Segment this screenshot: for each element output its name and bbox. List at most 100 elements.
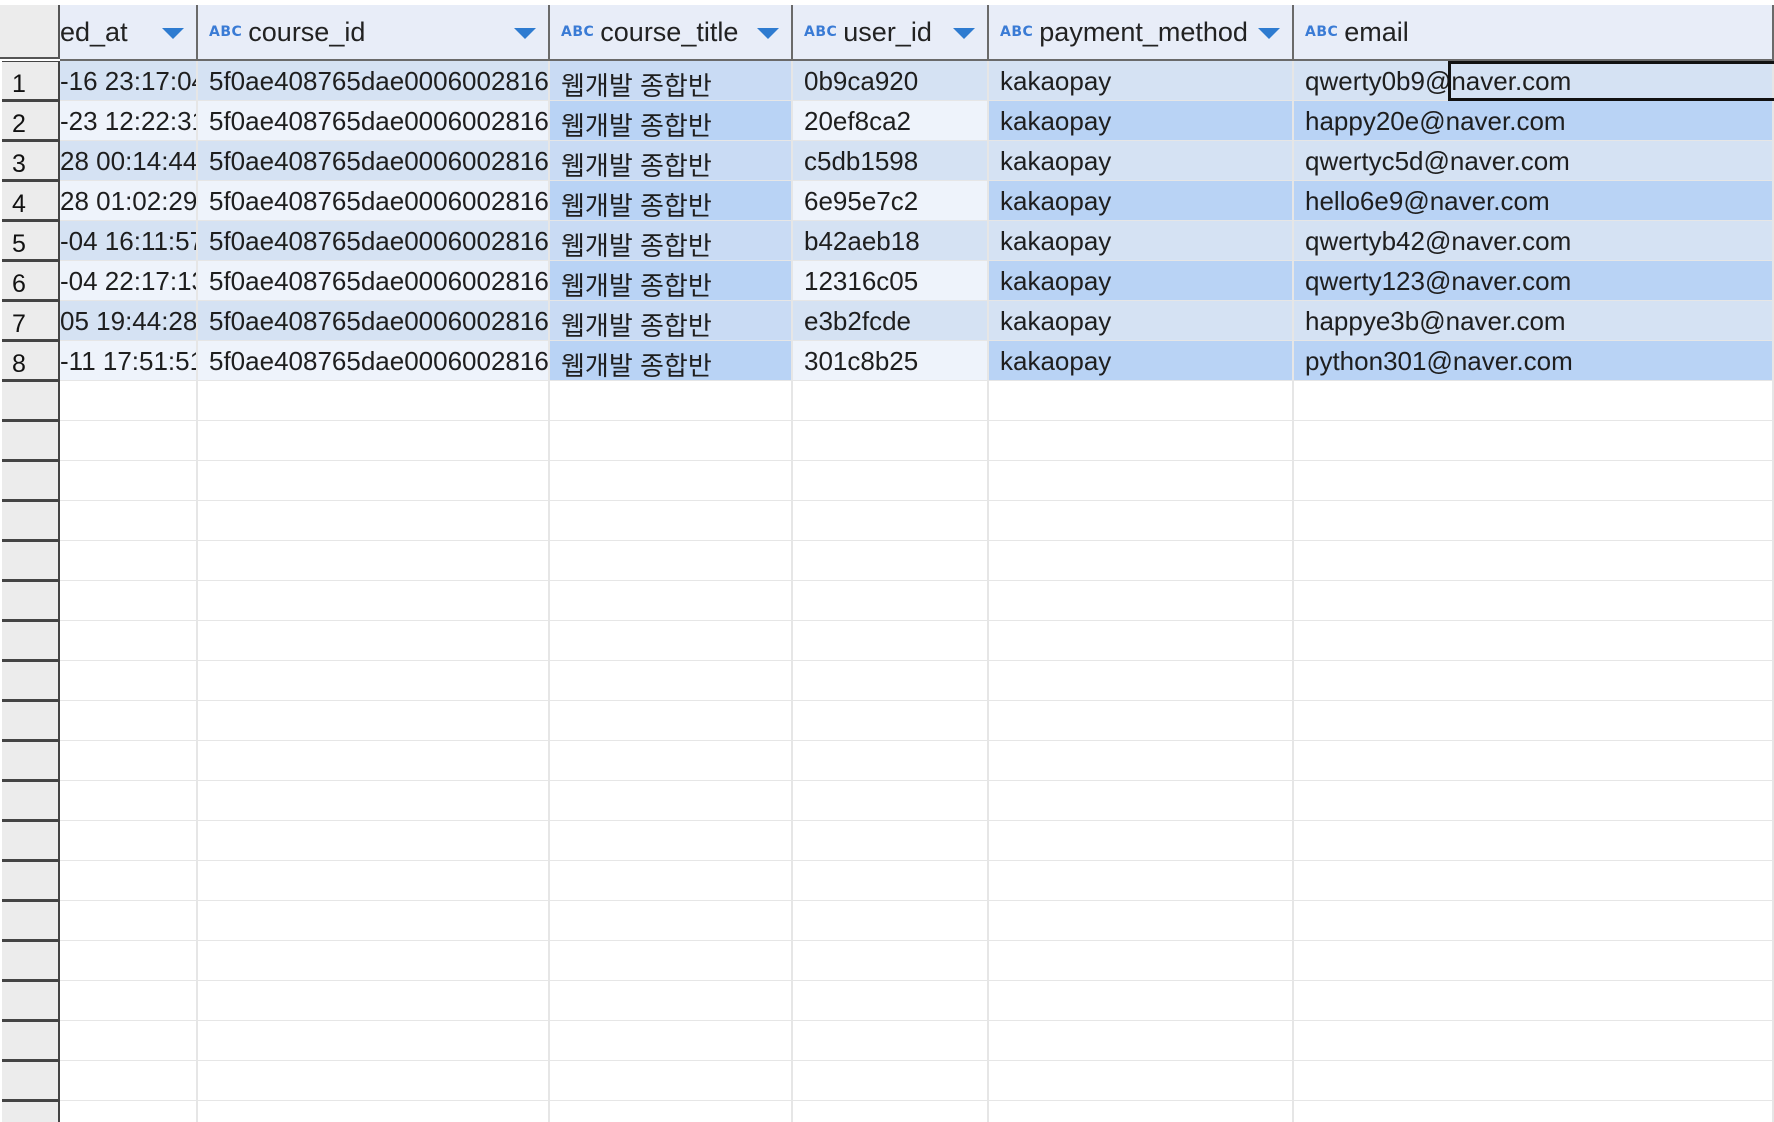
column-header-course-id[interactable]: ABC course_id: [198, 5, 550, 61]
empty-cell[interactable]: [989, 661, 1294, 701]
table-row[interactable]: 7 05 19:44:28 5f0ae408765dae0006002816 웹개발 …: [0, 301, 1774, 341]
cell-email[interactable]: python301@naver.com: [1294, 341, 1774, 381]
empty-row[interactable]: [0, 1101, 1774, 1122]
empty-cell[interactable]: [198, 461, 550, 501]
table-row[interactable]: 6 -04 22:17:13 5f0ae408765dae0006002816 웹개발…: [0, 261, 1774, 301]
empty-cell[interactable]: [1294, 1061, 1774, 1101]
empty-cell[interactable]: [1294, 1021, 1774, 1061]
cell-ed-at[interactable]: 28 00:14:44: [60, 141, 198, 181]
cell-course-id[interactable]: 5f0ae408765dae0006002816: [198, 261, 550, 301]
cell-email[interactable]: hello6e9@naver.com: [1294, 181, 1774, 221]
empty-cell[interactable]: [60, 581, 198, 621]
cell-payment-method[interactable]: kakaopay: [989, 181, 1294, 221]
cell-course-title[interactable]: 웹개발 종합반: [550, 101, 793, 141]
empty-cell[interactable]: [793, 741, 989, 781]
empty-row[interactable]: [0, 941, 1774, 981]
empty-cell[interactable]: [1294, 381, 1774, 421]
empty-cell[interactable]: [793, 1101, 989, 1122]
empty-cell[interactable]: [989, 541, 1294, 581]
row-number[interactable]: [2, 541, 60, 581]
cell-course-id[interactable]: 5f0ae408765dae0006002816: [198, 181, 550, 221]
cell-email[interactable]: qwerty123@naver.com: [1294, 261, 1774, 301]
column-header-user-id[interactable]: ABC user_id: [793, 5, 989, 61]
row-number[interactable]: [2, 701, 60, 741]
column-header-ed-at[interactable]: ed_at: [60, 5, 198, 61]
row-number[interactable]: [2, 1061, 60, 1101]
row-number[interactable]: [2, 821, 60, 861]
cell-ed-at[interactable]: 05 19:44:28: [60, 301, 198, 341]
corner-cell[interactable]: [0, 5, 60, 59]
empty-cell[interactable]: [550, 581, 793, 621]
cell-payment-method[interactable]: kakaopay: [989, 261, 1294, 301]
table-row[interactable]: 1 -16 23:17:04 5f0ae408765dae0006002816 웹개발…: [0, 61, 1774, 101]
empty-cell[interactable]: [198, 541, 550, 581]
row-number[interactable]: 4: [2, 181, 60, 221]
cell-ed-at[interactable]: -04 22:17:13: [60, 261, 198, 301]
cell-user-id[interactable]: 6e95e7c2: [793, 181, 989, 221]
empty-row[interactable]: [0, 581, 1774, 621]
row-number[interactable]: 6: [2, 261, 60, 301]
cell-ed-at[interactable]: -04 16:11:57: [60, 221, 198, 261]
empty-cell[interactable]: [60, 781, 198, 821]
cell-course-id[interactable]: 5f0ae408765dae0006002816: [198, 341, 550, 381]
row-number[interactable]: [2, 781, 60, 821]
empty-cell[interactable]: [1294, 541, 1774, 581]
empty-cell[interactable]: [60, 1101, 198, 1122]
row-number[interactable]: [2, 661, 60, 701]
empty-cell[interactable]: [989, 421, 1294, 461]
cell-payment-method[interactable]: kakaopay: [989, 141, 1294, 181]
empty-row[interactable]: [0, 381, 1774, 421]
empty-cell[interactable]: [550, 1061, 793, 1101]
empty-cell[interactable]: [793, 981, 989, 1021]
empty-row[interactable]: [0, 541, 1774, 581]
table-row[interactable]: 8 -11 17:51:51 5f0ae408765dae0006002816 웹개발…: [0, 341, 1774, 381]
empty-cell[interactable]: [550, 701, 793, 741]
empty-cell[interactable]: [989, 701, 1294, 741]
empty-cell[interactable]: [793, 621, 989, 661]
cell-email[interactable]: happye3b@naver.com: [1294, 301, 1774, 341]
empty-cell[interactable]: [198, 901, 550, 941]
cell-payment-method[interactable]: kakaopay: [989, 341, 1294, 381]
cell-user-id[interactable]: 0b9ca920: [793, 61, 989, 101]
column-header-payment-method[interactable]: ABC payment_method: [989, 5, 1294, 61]
empty-row[interactable]: [0, 901, 1774, 941]
cell-course-id[interactable]: 5f0ae408765dae0006002816: [198, 61, 550, 101]
empty-cell[interactable]: [1294, 421, 1774, 461]
empty-cell[interactable]: [1294, 981, 1774, 1021]
empty-cell[interactable]: [198, 941, 550, 981]
empty-cell[interactable]: [1294, 501, 1774, 541]
empty-cell[interactable]: [793, 861, 989, 901]
empty-cell[interactable]: [550, 461, 793, 501]
empty-cell[interactable]: [60, 1061, 198, 1101]
empty-row[interactable]: [0, 501, 1774, 541]
empty-cell[interactable]: [550, 981, 793, 1021]
empty-cell[interactable]: [989, 381, 1294, 421]
cell-payment-method[interactable]: kakaopay: [989, 221, 1294, 261]
cell-payment-method[interactable]: kakaopay: [989, 301, 1294, 341]
cell-course-title[interactable]: 웹개발 종합반: [550, 341, 793, 381]
cell-course-title[interactable]: 웹개발 종합반: [550, 221, 793, 261]
cell-ed-at[interactable]: -11 17:51:51: [60, 341, 198, 381]
cell-course-title[interactable]: 웹개발 종합반: [550, 61, 793, 101]
empty-cell[interactable]: [60, 461, 198, 501]
empty-cell[interactable]: [60, 941, 198, 981]
cell-user-id[interactable]: 20ef8ca2: [793, 101, 989, 141]
cell-ed-at[interactable]: -16 23:17:04: [60, 61, 198, 101]
row-number[interactable]: [2, 581, 60, 621]
row-number[interactable]: 7: [2, 301, 60, 341]
empty-cell[interactable]: [1294, 861, 1774, 901]
empty-cell[interactable]: [1294, 461, 1774, 501]
row-number[interactable]: [2, 1021, 60, 1061]
empty-cell[interactable]: [793, 1021, 989, 1061]
cell-user-id[interactable]: c5db1598: [793, 141, 989, 181]
empty-cell[interactable]: [989, 901, 1294, 941]
row-number[interactable]: 5: [2, 221, 60, 261]
column-header-email[interactable]: ABC email: [1294, 5, 1774, 61]
sort-dropdown-icon[interactable]: [514, 28, 536, 39]
empty-cell[interactable]: [989, 581, 1294, 621]
row-number[interactable]: [2, 901, 60, 941]
cell-payment-method[interactable]: kakaopay: [989, 101, 1294, 141]
empty-row[interactable]: [0, 741, 1774, 781]
empty-cell[interactable]: [550, 1101, 793, 1122]
empty-cell[interactable]: [550, 861, 793, 901]
